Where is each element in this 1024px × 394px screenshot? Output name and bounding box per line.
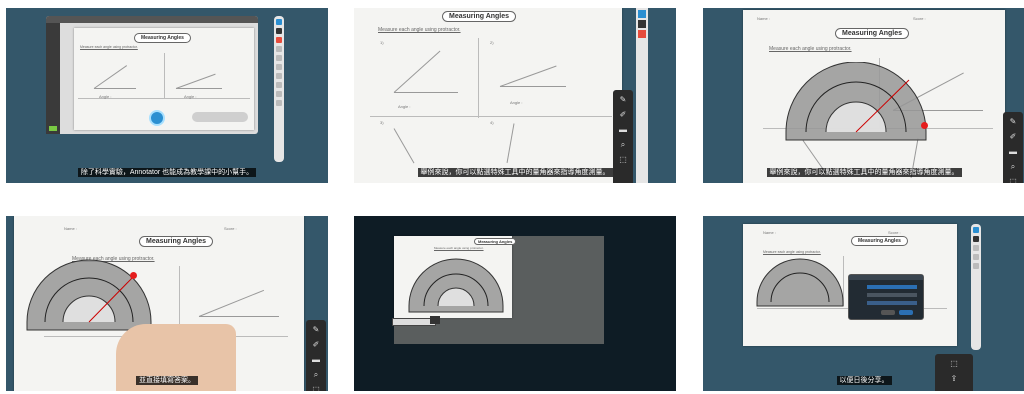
save-dialog <box>848 274 924 320</box>
cancel-button[interactable] <box>881 310 895 315</box>
undo-icon[interactable] <box>276 73 282 79</box>
annotator-vertical-toolbar <box>274 16 284 162</box>
angle-label-1: Angle : <box>99 94 112 99</box>
redo-icon[interactable] <box>276 82 282 88</box>
video-panel-1: Measuring Angles Measure each angle usin… <box>6 8 328 183</box>
problem-2: 2) <box>490 40 494 45</box>
protractor-handle[interactable] <box>130 272 137 279</box>
pen-icon[interactable]: ✎ <box>311 325 321 335</box>
worksheet-title: Measuring Angles <box>134 33 191 43</box>
red-pen-icon[interactable] <box>276 37 282 43</box>
highlighter-icon[interactable]: ✐ <box>311 340 321 350</box>
name-label: Name : <box>763 230 776 235</box>
subtitle-3: 舉例來說，你可以點選特殊工具中的量角器來指導角度測量。 <box>703 167 1024 177</box>
angle-label-2: Angle : <box>184 94 197 99</box>
app-window: Measuring Angles Measure each angle usin… <box>46 16 258 134</box>
app-title-bar <box>46 16 258 23</box>
eraser-icon[interactable] <box>276 64 282 70</box>
screenshot-icon[interactable]: ⬚ <box>618 155 628 165</box>
screenshot-options-palette: ⬚ ⇪ <box>935 354 973 391</box>
video-panel-4: Name : Score : Measuring Angles Measure … <box>6 216 328 391</box>
eraser-icon[interactable] <box>973 254 979 260</box>
angle-label-2: Angle : <box>510 100 523 105</box>
zoom-icon[interactable]: ⌕ <box>618 140 628 150</box>
highlighter-icon[interactable]: ✐ <box>1008 132 1018 142</box>
app-sidebar <box>46 23 60 134</box>
pen-icon[interactable]: ✎ <box>1008 117 1018 127</box>
worksheet-instruction: Measure each angle using protractor. <box>763 250 821 254</box>
subtitle-6: 以便日後分享。 <box>703 375 1024 385</box>
video-panel-5: Measuring Angles Measure each angle usin… <box>354 216 676 391</box>
app-bottom-bar[interactable] <box>192 112 248 122</box>
worksheet-instruction: Measure each angle using protractor. <box>80 45 138 49</box>
protractor-tool[interactable] <box>781 62 931 142</box>
pen-icon[interactable] <box>973 236 979 242</box>
worksheet-instruction: Measure each angle using protractor. <box>378 27 461 33</box>
screenshot-icon[interactable]: ⬚ <box>1008 177 1018 183</box>
save-button[interactable] <box>899 310 913 315</box>
worksheet-title: Measuring Angles <box>139 236 214 247</box>
annotator-vertical-toolbar <box>971 224 981 350</box>
eraser-icon[interactable]: ▬ <box>618 125 628 135</box>
video-panel-6: Name : Score : Measuring Angles Measure … <box>703 216 1024 391</box>
score-label: Score : <box>888 230 901 235</box>
tags-field[interactable] <box>867 293 917 297</box>
camera-icon[interactable] <box>973 263 979 269</box>
pen-icon[interactable] <box>638 20 646 28</box>
record-button[interactable] <box>149 110 165 126</box>
worksheet-instruction: Measure each angle using protractor. <box>769 46 852 52</box>
shape-icon[interactable] <box>973 245 979 251</box>
worksheet-instruction: Measure each angle using protractor. <box>434 246 484 250</box>
name-label: Name : <box>757 16 770 21</box>
video-panel-2: Measuring Angles Measure each angle usin… <box>354 8 676 183</box>
screenshot-icon[interactable]: ⬚ <box>311 385 321 391</box>
pen-icon[interactable] <box>276 28 282 34</box>
score-label: Score : <box>913 16 926 21</box>
protractor-handle[interactable] <box>921 122 928 129</box>
annotator-vertical-toolbar <box>636 8 648 183</box>
problem-4: 4) <box>490 120 494 125</box>
protractor-tool[interactable] <box>406 254 506 314</box>
video-panel-3: Name : Score : Measuring Angles Measure … <box>703 8 1024 183</box>
worksheet-title: Measuring Angles <box>474 238 517 245</box>
clear-icon[interactable] <box>276 91 282 97</box>
angle-label-1: Angle : <box>398 104 411 109</box>
select-icon[interactable] <box>638 10 646 18</box>
screenshot-icon[interactable]: ⬚ <box>949 359 959 369</box>
worksheet-title: Measuring Angles <box>442 11 517 22</box>
subtitle-2: 舉例來說，你可以點選特殊工具中的量角器來指導角度測量。 <box>354 167 676 177</box>
highlighter-icon[interactable]: ✐ <box>618 110 628 120</box>
worksheet-title: Measuring Angles <box>835 28 910 39</box>
capture-confirm-button[interactable] <box>430 316 440 324</box>
dialog-title-bar <box>849 275 923 280</box>
red-pen-icon[interactable] <box>638 30 646 38</box>
text-icon[interactable] <box>276 55 282 61</box>
protractor-tool[interactable] <box>755 258 845 308</box>
score-label: Score : <box>224 226 237 231</box>
pen-icon[interactable]: ✎ <box>618 95 628 105</box>
name-label: Name : <box>64 226 77 231</box>
where-field[interactable] <box>867 301 917 305</box>
select-icon[interactable] <box>973 227 979 233</box>
eraser-icon[interactable]: ▬ <box>311 355 321 365</box>
subtitle-4: 並直接填寫答案。 <box>6 375 328 385</box>
eraser-icon[interactable]: ▬ <box>1008 147 1018 157</box>
protractor-tool[interactable] <box>24 256 154 332</box>
problem-1: 1) <box>380 40 384 45</box>
filename-field[interactable] <box>867 285 917 289</box>
shape-icon[interactable] <box>276 46 282 52</box>
worksheet-title: Measuring Angles <box>851 236 908 246</box>
subtitle-1: 除了科學實驗，Annotator 也能成為教學課中的小幫手。 <box>6 167 328 177</box>
camera-icon[interactable] <box>276 100 282 106</box>
green-button[interactable] <box>49 126 57 131</box>
problem-3: 3) <box>380 120 384 125</box>
select-icon[interactable] <box>276 19 282 25</box>
